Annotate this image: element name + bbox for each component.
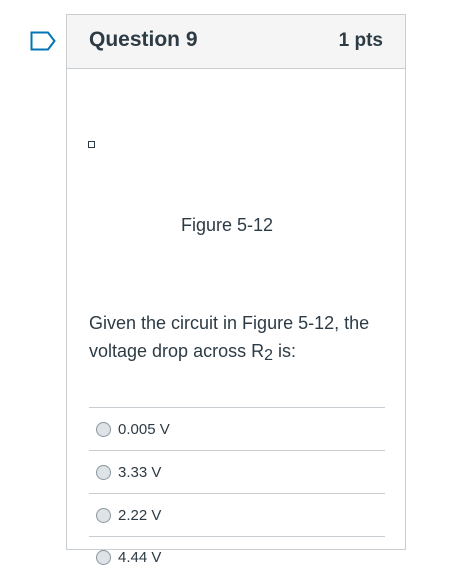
answer-label: 0.005 V [118, 420, 170, 438]
question-text: Given the circuit in Figure 5-12, the vo… [89, 309, 385, 365]
question-points: 1 pts [338, 30, 383, 51]
question-title: Question 9 [89, 28, 198, 51]
question-header: Question 9 1 pts [67, 15, 405, 69]
question-text-main: Given the circuit in Figure 5-12, the vo… [89, 313, 370, 361]
radio-button-icon[interactable] [96, 464, 111, 480]
answer-option[interactable]: 4.44 V [89, 536, 385, 568]
answer-list: 0.005 V 3.33 V 2.22 V 4.44 V [89, 407, 385, 568]
figure-caption: Figure 5-12 [180, 215, 274, 235]
answer-label: 4.44 V [118, 549, 162, 566]
flag-question-icon[interactable] [30, 31, 56, 51]
quiz-page: Question 9 1 pts Figure 5-12 Given the c… [0, 0, 474, 568]
radio-button-icon[interactable] [96, 507, 111, 523]
answer-option[interactable]: 3.33 V [89, 450, 385, 493]
radio-button-icon[interactable] [96, 550, 111, 565]
question-text-subscript: 2 [264, 347, 273, 364]
question-card: Question 9 1 pts Figure 5-12 Given the c… [66, 14, 406, 568]
answer-option[interactable]: 2.22 V [89, 493, 385, 536]
answer-label: 2.22 V [118, 506, 162, 524]
answer-option[interactable]: 0.005 V [89, 407, 385, 450]
answer-label: 3.33 V [118, 463, 162, 481]
radio-button-icon[interactable] [96, 421, 111, 437]
broken-image-icon [88, 141, 95, 148]
question-text-end: is: [273, 341, 297, 361]
